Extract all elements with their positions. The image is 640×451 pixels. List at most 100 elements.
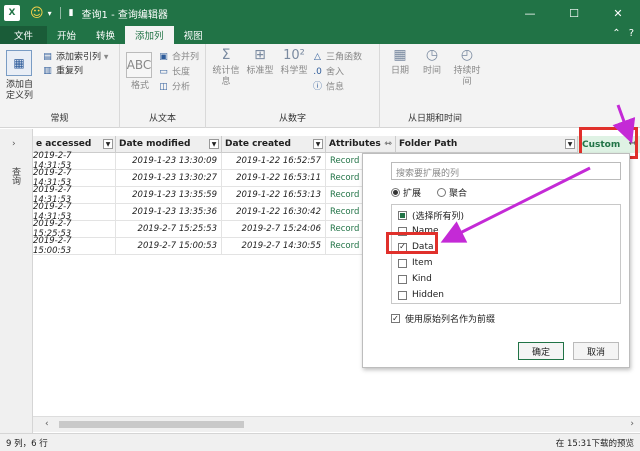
scroll-left-icon[interactable]: ‹ — [45, 419, 49, 429]
search-columns-input[interactable]: 搜索要扩展的列 — [391, 162, 621, 180]
date-button[interactable]: ▦ 日期 — [386, 47, 414, 77]
list-item-label: (选择所有列) — [412, 211, 465, 222]
info-button[interactable]: ⓘ 信息 — [312, 82, 344, 94]
tab-add-column[interactable]: 添加列 — [125, 26, 174, 44]
scroll-right-icon[interactable]: › — [630, 419, 634, 429]
standard-button[interactable]: ⊞ 标准型 — [246, 47, 274, 77]
cell-date-modified[interactable]: 2019-1-23 13:30:27 — [116, 170, 222, 187]
collapse-ribbon-icon[interactable]: ⌃ — [612, 28, 620, 39]
list-item-hidden[interactable]: Hidden — [398, 288, 444, 302]
date-label: 日期 — [390, 66, 409, 76]
statistics-button[interactable]: Σ 统计信息 — [212, 48, 240, 88]
column-header-label: Attributes — [329, 139, 381, 149]
column-header-attributes[interactable]: Attributes ⇿ — [326, 136, 396, 153]
column-header-label: Date modified — [119, 139, 191, 149]
checkbox-icon — [398, 290, 407, 300]
tab-transform[interactable]: 转换 — [86, 26, 125, 44]
pin-icon[interactable]: ▮ — [69, 8, 74, 18]
tab-view[interactable]: 视图 — [174, 26, 213, 44]
time-button[interactable]: ◷ 时间 — [418, 48, 446, 77]
merge-columns-button[interactable]: ▣ 合并列 — [158, 52, 199, 64]
group-from-number: Σ 统计信息 ⊞ 标准型 10² 科学型 △ 三角函数 .0 舍入 ⓘ 信息 从数字 — [206, 44, 380, 128]
column-header-date-modified[interactable]: Date modified ▼ — [116, 136, 222, 153]
column-header-label: Date created — [225, 139, 291, 149]
cell-date-modified[interactable]: 2019-2-7 15:00:53 — [116, 238, 222, 255]
cell-date-modified[interactable]: 2019-2-7 15:25:53 — [116, 221, 222, 238]
help-icon[interactable]: ? — [629, 28, 634, 39]
cell-date-modified[interactable]: 2019-1-23 13:35:59 — [116, 187, 222, 204]
tab-file[interactable]: 文件 — [0, 26, 48, 44]
list-item-select-all[interactable]: (选择所有列) — [398, 208, 464, 222]
group-from-text: ABC 格式 ▣ 合并列 ▭ 长度 ◫ 分析 从文本 — [120, 44, 206, 128]
cell-date-accessed[interactable]: 2019-2-7 15:00:53 — [33, 236, 116, 256]
calendar-icon: ▦ — [393, 47, 407, 63]
cell-date-created[interactable]: 2019-1-22 16:30:42 — [222, 204, 326, 221]
merge-columns-label: 合并列 — [172, 52, 200, 63]
column-header-label: e accessed — [36, 139, 92, 149]
rounding-button[interactable]: .0 舍入 — [312, 67, 344, 79]
list-item-kind[interactable]: Kind — [398, 272, 432, 286]
duplicate-column-button[interactable]: ▥ 重复列 — [42, 66, 83, 78]
filter-dropdown-icon[interactable]: ▼ — [313, 139, 323, 149]
tab-home[interactable]: 开始 — [47, 26, 86, 44]
highlight-data-checkbox — [386, 232, 438, 254]
duplicate-column-icon: ▥ — [43, 66, 52, 76]
duration-button[interactable]: ◴ 持续时间 — [450, 48, 484, 88]
parse-icon: ◫ — [159, 82, 168, 92]
parse-button[interactable]: ◫ 分析 — [158, 82, 190, 94]
format-button[interactable]: ABC 格式 — [126, 52, 154, 92]
index-column-icon: ▤ — [43, 52, 52, 62]
status-preview-time: 在 15:31下载的预览 — [555, 438, 634, 449]
window-controls: — ☐ ✕ — [508, 0, 640, 26]
filter-dropdown-icon[interactable]: ▼ — [103, 139, 113, 149]
cancel-button[interactable]: 取消 — [573, 342, 619, 360]
maximize-button[interactable]: ☐ — [552, 0, 596, 26]
checkbox-icon — [398, 274, 407, 284]
filter-dropdown-icon[interactable]: ▼ — [209, 139, 219, 149]
expand-queries-icon[interactable]: › — [12, 139, 16, 149]
calculator-icon: ⊞ — [254, 47, 266, 63]
chevron-down-icon[interactable]: ▾ — [48, 9, 52, 18]
smiley-feedback-icon[interactable]: ☺ — [30, 6, 44, 21]
standard-label: 标准型 — [246, 66, 274, 76]
list-item-label: Item — [412, 258, 433, 268]
group-general-label: 常规 — [50, 114, 69, 124]
window-title: 查询1 - 查询编辑器 — [81, 9, 168, 21]
list-item-item[interactable]: Item — [398, 256, 433, 270]
horizontal-scrollbar[interactable]: ‹ › — [33, 416, 640, 432]
checkbox-partial-icon — [398, 210, 407, 220]
statistics-label: 统计信息 — [212, 66, 240, 87]
trig-button[interactable]: △ 三角函数 — [312, 52, 362, 64]
add-custom-column-button[interactable]: ▦ 添加自定义列 — [6, 50, 40, 102]
cell-date-created[interactable]: 2019-1-22 16:53:11 — [222, 170, 326, 187]
scientific-label: 科学型 — [280, 66, 308, 76]
filter-dropdown-icon[interactable]: ▼ — [565, 139, 575, 149]
ribbon-tabs: 文件 开始 转换 添加列 视图 ⌃ ? — [0, 26, 640, 44]
radio-expand[interactable]: 扩展 — [391, 186, 421, 199]
radio-aggregate[interactable]: 聚合 — [437, 186, 467, 199]
expand-column-icon[interactable]: ⇿ — [383, 139, 393, 149]
length-icon: ▭ — [159, 67, 168, 77]
status-bar: 9 列，6 行 在 15:31下载的预览 — [0, 433, 640, 451]
title-bar: X ☺ ▾ ▮ 查询1 - 查询编辑器 — ☐ ✕ — [0, 0, 640, 26]
add-index-column-button[interactable]: ▤ 添加索引列 ▾ — [42, 52, 108, 64]
cell-date-created[interactable]: 2019-2-7 14:30:55 — [222, 238, 326, 255]
use-prefix-checkbox[interactable]: ✓ 使用原始列名作为前缀 — [391, 312, 495, 325]
group-from-datetime-label: 从日期和时间 — [407, 114, 462, 124]
cell-date-created[interactable]: 2019-2-7 15:24:06 — [222, 221, 326, 238]
radio-aggregate-label: 聚合 — [449, 189, 468, 199]
cell-date-modified[interactable]: 2019-1-23 13:35:36 — [116, 204, 222, 221]
close-button[interactable]: ✕ — [596, 0, 640, 26]
cell-date-created[interactable]: 2019-1-22 16:53:13 — [222, 187, 326, 204]
cell-date-modified[interactable]: 2019-1-23 13:30:09 — [116, 153, 222, 170]
length-button[interactable]: ▭ 长度 — [158, 67, 190, 79]
queries-pane-label[interactable]: 查询 — [10, 167, 22, 185]
column-header-date-created[interactable]: Date created ▼ — [222, 136, 326, 153]
cell-date-created[interactable]: 2019-1-22 16:52:57 — [222, 153, 326, 170]
column-header-folder-path[interactable]: Folder Path ▼ — [396, 136, 578, 153]
column-header-label: Folder Path — [399, 139, 458, 149]
minimize-button[interactable]: — — [508, 0, 552, 26]
ok-button[interactable]: 确定 — [518, 342, 564, 360]
scientific-button[interactable]: 10² 科学型 — [280, 49, 308, 77]
scrollbar-thumb[interactable] — [59, 421, 244, 428]
